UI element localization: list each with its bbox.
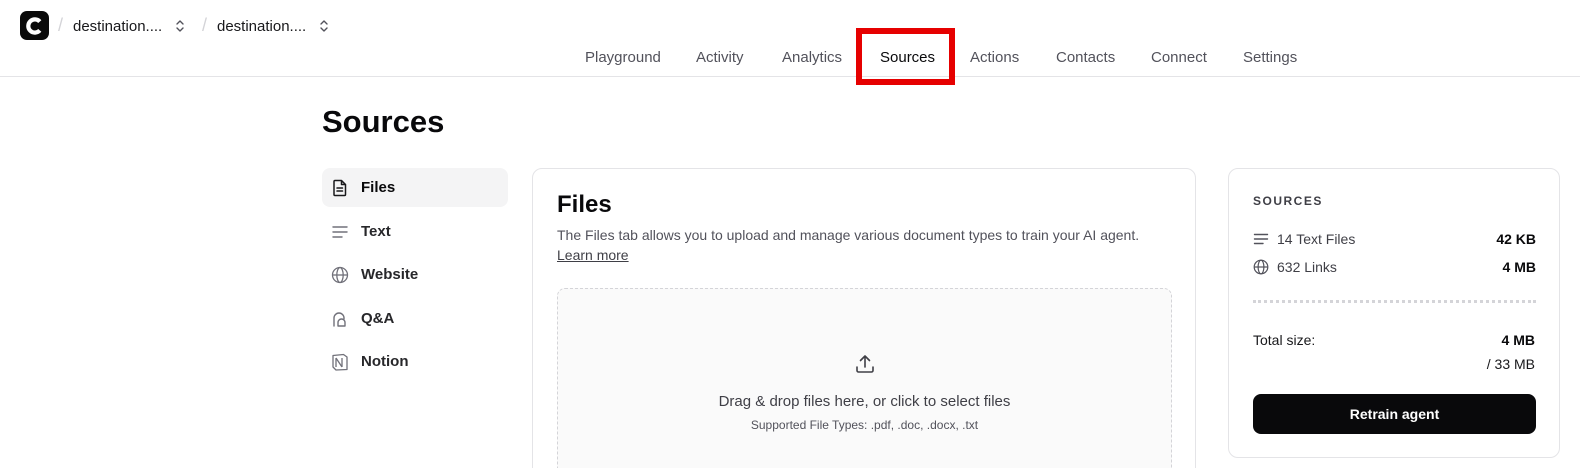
upload-icon <box>854 353 876 380</box>
total-size-value: 4 MB <box>1501 332 1535 348</box>
summary-row-label: 14 Text Files <box>1277 231 1356 247</box>
chevron-up-down-icon <box>319 19 329 33</box>
files-description-text: The Files tab allows you to upload and m… <box>557 227 1140 243</box>
breadcrumb-separator: / <box>58 15 64 35</box>
workspace-switcher[interactable]: destination.... <box>73 15 185 37</box>
total-size-limit: / 33 MB <box>1486 356 1535 372</box>
qa-bubble-icon <box>330 309 350 329</box>
tab-contacts[interactable]: Contacts <box>1056 49 1115 66</box>
summary-row-links: 632 Links 4 MB <box>1253 257 1536 277</box>
dropzone-instructions: Drag & drop files here, or click to sele… <box>718 393 1011 410</box>
agent-name: destination.... <box>217 17 307 35</box>
tab-playground[interactable]: Playground <box>585 49 661 66</box>
tab-connect[interactable]: Connect <box>1151 49 1207 66</box>
subnav-item-label: Q&A <box>361 310 395 327</box>
subnav-item-label: Notion <box>361 353 409 370</box>
chevron-up-down-icon <box>175 19 185 33</box>
subnav-item-label: Files <box>361 179 396 196</box>
file-dropzone[interactable]: Drag & drop files here, or click to sele… <box>557 288 1172 468</box>
summary-row-value: 42 KB <box>1496 231 1536 247</box>
text-lines-icon <box>1253 231 1269 247</box>
tab-activity[interactable]: Activity <box>696 49 744 66</box>
file-text-icon <box>330 178 350 198</box>
chatbase-c-logo-icon[interactable] <box>20 11 49 40</box>
supported-file-types: Supported File Types: .pdf, .doc, .docx,… <box>750 418 979 432</box>
summary-row-text-files: 14 Text Files 42 KB <box>1253 229 1536 249</box>
summary-divider <box>1253 300 1536 303</box>
files-card: Files The Files tab allows you to upload… <box>532 168 1196 468</box>
tab-settings[interactable]: Settings <box>1243 49 1297 66</box>
learn-more-link[interactable]: Learn more <box>557 247 629 263</box>
agent-switcher[interactable]: destination.... <box>217 15 329 37</box>
breadcrumb-separator: / <box>202 15 208 35</box>
subnav-item-label: Text <box>361 223 391 240</box>
sources-tab-highlight <box>856 28 955 85</box>
summary-heading: SOURCES <box>1253 194 1323 208</box>
page-title: Sources <box>322 104 445 139</box>
subnav-item-website[interactable]: Website <box>322 255 508 294</box>
subnav-item-text[interactable]: Text <box>322 212 508 251</box>
notion-icon <box>330 352 350 372</box>
total-size-label: Total size: <box>1253 332 1316 348</box>
subnav-item-qa[interactable]: Q&A <box>322 299 508 338</box>
tab-analytics[interactable]: Analytics <box>782 49 842 66</box>
subnav-item-label: Website <box>361 266 419 283</box>
workspace-name: destination.... <box>73 17 163 35</box>
files-description: The Files tab allows you to upload and m… <box>557 225 1177 265</box>
summary-row-label: 632 Links <box>1277 259 1337 275</box>
top-bar: / destination.... / destination.... Play… <box>0 0 1580 77</box>
subnav-item-files[interactable]: Files <box>322 168 508 207</box>
globe-icon <box>330 265 350 285</box>
retrain-agent-button[interactable]: Retrain agent <box>1253 394 1536 434</box>
summary-row-value: 4 MB <box>1502 259 1536 275</box>
text-lines-icon <box>330 222 350 242</box>
globe-icon <box>1253 259 1269 275</box>
files-title: Files <box>557 191 612 218</box>
tab-actions[interactable]: Actions <box>970 49 1019 66</box>
sources-summary-card: SOURCES 14 Text Files 42 KB 632 Links 4 … <box>1228 168 1560 458</box>
subnav-item-notion[interactable]: Notion <box>322 342 508 381</box>
main-nav: Playground Activity Analytics Sources Ac… <box>0 44 1580 72</box>
